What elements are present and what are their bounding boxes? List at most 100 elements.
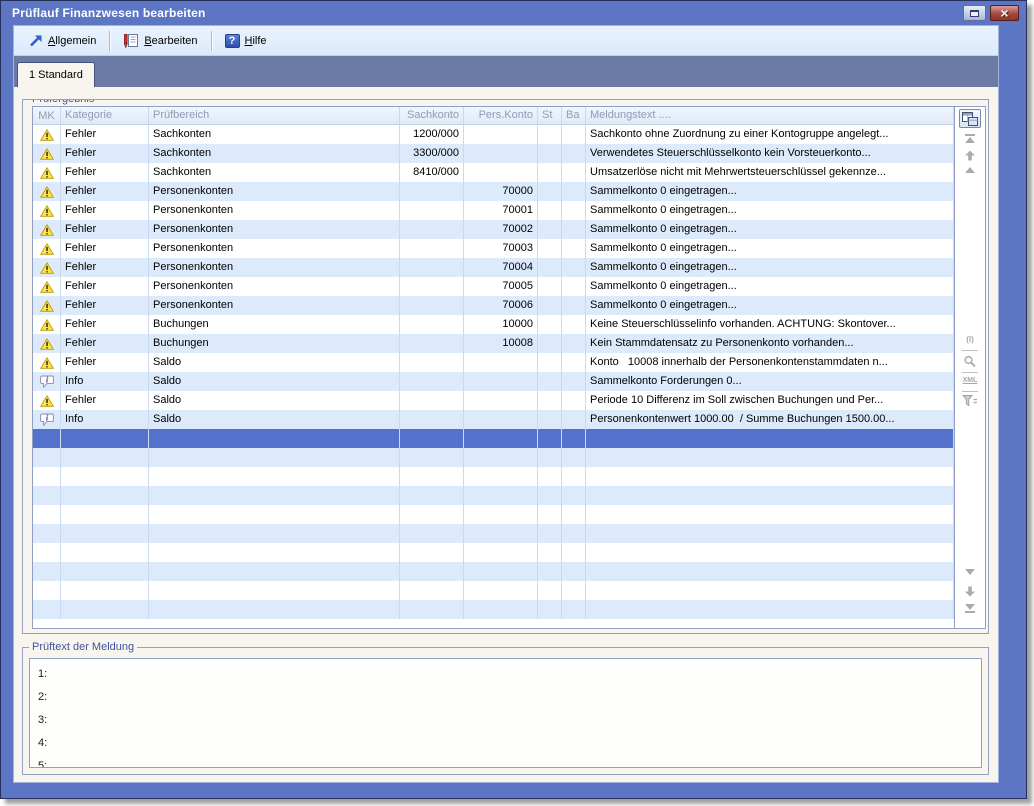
scroll-to-bottom-icon[interactable]	[965, 604, 975, 614]
cell-st	[538, 600, 562, 619]
empty-table-row[interactable]	[33, 581, 954, 600]
cell-ba	[562, 524, 586, 543]
filter-icon[interactable]	[963, 395, 978, 407]
column-header[interactable]: Ba	[562, 107, 586, 124]
cell-mk	[33, 505, 61, 524]
cell-pruefbereich: Buchungen	[149, 334, 400, 353]
scroll-to-top-icon[interactable]	[965, 133, 975, 143]
cell-st	[538, 258, 562, 277]
table-row[interactable]: FehlerSachkonten1200/000Sachkonto ohne Z…	[33, 125, 954, 144]
table-row[interactable]: FehlerSaldoPeriode 10 Differenz im Soll …	[33, 391, 954, 410]
cell-kategorie: Fehler	[61, 182, 149, 201]
table-header-row: MKKategoriePrüfbereichSachkontoPers.Kont…	[33, 107, 954, 125]
toolbar-button-allgemein[interactable]: Allgemein	[23, 31, 102, 50]
scroll-up-icon[interactable]	[964, 150, 976, 161]
cell-st	[538, 315, 562, 334]
column-header[interactable]: Prüfbereich	[149, 107, 400, 124]
table-row[interactable]: FehlerPersonenkonten70005Sammelkonto 0 e…	[33, 277, 954, 296]
table-row[interactable]: FehlerPersonenkonten70004Sammelkonto 0 e…	[33, 258, 954, 277]
cell-st	[538, 391, 562, 410]
table-row[interactable]: iInfoSaldoPersonenkontenwert 1000.00 / S…	[33, 410, 954, 429]
column-header[interactable]: MK	[33, 107, 61, 124]
brackets-icon[interactable]: (I)	[966, 335, 974, 344]
cell-st	[538, 429, 562, 448]
close-button[interactable]: ×	[990, 5, 1019, 21]
table-row[interactable]: FehlerSachkonten3300/000Verwendetes Steu…	[33, 144, 954, 163]
cell-meldungstext	[586, 429, 954, 448]
empty-table-row[interactable]	[33, 524, 954, 543]
pruefergebnis-group-label: Prüfergebnis	[29, 99, 97, 106]
cell-meldungstext	[586, 524, 954, 543]
cell-perskonto	[464, 144, 538, 163]
table-row[interactable]: FehlerPersonenkonten70006Sammelkonto 0 e…	[33, 296, 954, 315]
cell-mk	[33, 543, 61, 562]
cell-perskonto: 70004	[464, 258, 538, 277]
tab-1-standard[interactable]: 1 Standard	[17, 62, 95, 87]
cell-ba	[562, 220, 586, 239]
cell-perskonto	[464, 429, 538, 448]
cell-sachkonto	[400, 391, 464, 410]
table-row[interactable]: FehlerPersonenkonten70003Sammelkonto 0 e…	[33, 239, 954, 258]
cell-perskonto: 70002	[464, 220, 538, 239]
sidebar-separator	[962, 372, 978, 373]
cell-meldungstext	[586, 448, 954, 467]
cell-sachkonto	[400, 410, 464, 429]
column-header[interactable]: Meldungstext ....	[586, 107, 954, 124]
cell-meldungstext	[586, 581, 954, 600]
empty-table-row[interactable]	[33, 505, 954, 524]
warning-icon	[40, 243, 54, 255]
empty-table-row[interactable]	[33, 562, 954, 581]
cell-meldungstext	[586, 505, 954, 524]
restore-button[interactable]	[963, 5, 986, 21]
cell-st	[538, 163, 562, 182]
selected-empty-row[interactable]	[33, 429, 954, 448]
prueftext-field[interactable]: 1:2:3:4:5:	[29, 658, 982, 768]
cell-kategorie	[61, 448, 149, 467]
column-header[interactable]: Pers.Konto	[464, 107, 538, 124]
cell-kategorie: Fehler	[61, 391, 149, 410]
cell-mk: i	[33, 372, 61, 391]
xml-icon[interactable]: XML	[963, 377, 978, 384]
cell-pruefbereich	[149, 543, 400, 562]
warning-icon	[40, 129, 54, 141]
scroll-down-icon[interactable]	[964, 586, 976, 597]
cell-ba	[562, 410, 586, 429]
cell-sachkonto	[400, 201, 464, 220]
cell-perskonto	[464, 581, 538, 600]
cell-ba	[562, 353, 586, 372]
table-row[interactable]: FehlerBuchungen10008Kein Stammdatensatz …	[33, 334, 954, 353]
column-header[interactable]: Kategorie	[61, 107, 149, 124]
toolbar-button-hilfe[interactable]: ?Hilfe	[219, 31, 273, 51]
cell-pruefbereich: Sachkonten	[149, 125, 400, 144]
table-row[interactable]: FehlerBuchungen10000Keine Steuerschlüsse…	[33, 315, 954, 334]
empty-table-row[interactable]	[33, 486, 954, 505]
table-row[interactable]: FehlerPersonenkonten70001Sammelkonto 0 e…	[33, 201, 954, 220]
toolbar-button-bearbeiten[interactable]: Bearbeiten	[117, 30, 203, 51]
cell-sachkonto	[400, 182, 464, 201]
column-header[interactable]: St	[538, 107, 562, 124]
page-up-icon[interactable]	[965, 167, 975, 173]
cell-sachkonto	[400, 524, 464, 543]
table-row[interactable]: FehlerPersonenkonten70000Sammelkonto 0 e…	[33, 182, 954, 201]
page-down-icon[interactable]	[965, 569, 975, 575]
table-row[interactable]: iInfoSaldoSammelkonto Forderungen 0...	[33, 372, 954, 391]
edit-document-icon	[123, 33, 139, 48]
empty-table-row[interactable]	[33, 448, 954, 467]
warning-icon	[40, 300, 54, 312]
cell-perskonto	[464, 448, 538, 467]
cell-ba	[562, 315, 586, 334]
cell-mk	[33, 486, 61, 505]
table-row[interactable]: FehlerSachkonten8410/000Umsatzerlöse nic…	[33, 163, 954, 182]
cell-kategorie: Fehler	[61, 144, 149, 163]
empty-table-row[interactable]	[33, 600, 954, 619]
column-header[interactable]: Sachkonto	[400, 107, 464, 124]
empty-table-row[interactable]	[33, 467, 954, 486]
search-icon[interactable]	[964, 355, 977, 368]
cell-meldungstext	[586, 486, 954, 505]
table-row[interactable]: FehlerSaldoKonto 10008 innerhalb der Per…	[33, 353, 954, 372]
table-row[interactable]: FehlerPersonenkonten70002Sammelkonto 0 e…	[33, 220, 954, 239]
column-chooser-icon[interactable]	[959, 109, 981, 128]
cell-st	[538, 182, 562, 201]
cell-kategorie	[61, 600, 149, 619]
empty-table-row[interactable]	[33, 543, 954, 562]
